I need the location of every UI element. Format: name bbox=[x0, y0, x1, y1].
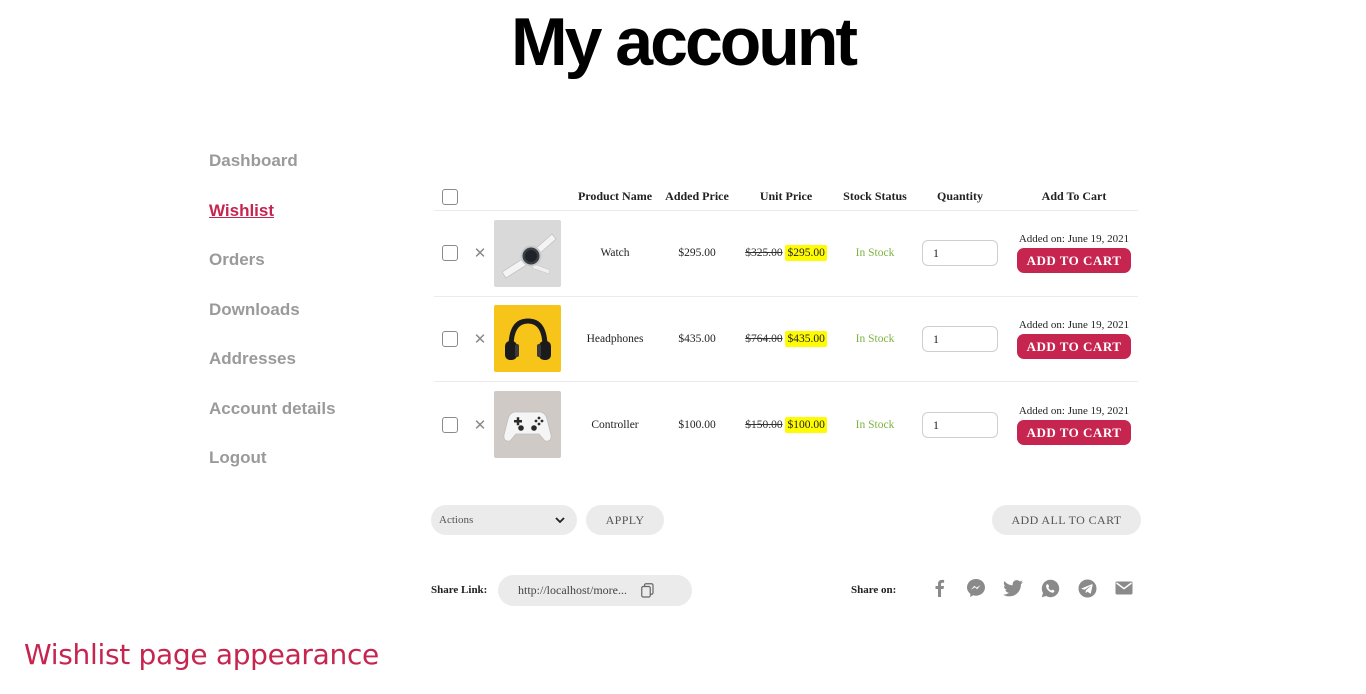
copy-icon[interactable] bbox=[641, 583, 654, 598]
bulk-actions-select[interactable]: Actions bbox=[431, 505, 577, 535]
header-product-name: Product Name bbox=[577, 189, 653, 203]
header-stock-status: Stock Status bbox=[843, 189, 907, 203]
unit-price: $325.00 $295.00 bbox=[732, 245, 840, 262]
old-price: $150.00 bbox=[745, 418, 783, 431]
messenger-icon[interactable] bbox=[966, 578, 986, 598]
added-on-date: Added on: June 19, 2021 bbox=[1018, 404, 1130, 417]
table-row: ✕ Controller $100.00 $150.00 $100.00 In … bbox=[434, 382, 1138, 468]
header-add-to-cart: Add To Cart bbox=[1041, 189, 1107, 203]
add-to-cart-button[interactable]: ADD TO CART bbox=[1017, 333, 1131, 359]
facebook-icon[interactable] bbox=[929, 578, 949, 598]
nav-item-addresses[interactable]: Addresses bbox=[209, 346, 336, 396]
chevron-down-icon bbox=[555, 516, 565, 523]
product-name[interactable]: Controller bbox=[568, 419, 662, 431]
share-link-label: Share Link: bbox=[431, 584, 488, 596]
old-price: $764.00 bbox=[745, 332, 783, 345]
unit-price: $150.00 $100.00 bbox=[732, 416, 840, 433]
nav-item-dashboard[interactable]: Dashboard bbox=[209, 148, 336, 198]
sale-price: $435.00 bbox=[785, 330, 827, 347]
old-price: $325.00 bbox=[745, 247, 783, 260]
table-row: ✕ Watch $295.00 $325.00 $295.00 In Stock… bbox=[434, 211, 1138, 297]
whatsapp-icon[interactable] bbox=[1040, 578, 1060, 598]
added-price: $100.00 bbox=[678, 418, 716, 431]
row-checkbox[interactable] bbox=[442, 245, 458, 262]
share-icons bbox=[929, 578, 1134, 598]
remove-icon[interactable]: ✕ bbox=[474, 330, 487, 348]
sale-price: $100.00 bbox=[785, 416, 827, 433]
account-navigation: Dashboard Wishlist Orders Downloads Addr… bbox=[209, 148, 336, 495]
nav-item-logout[interactable]: Logout bbox=[209, 445, 336, 495]
quantity-input[interactable]: 1 bbox=[922, 240, 998, 267]
header-added-price: Added Price bbox=[665, 189, 729, 203]
caption: Wishlist page appearance bbox=[24, 638, 379, 671]
row-checkbox[interactable] bbox=[442, 416, 458, 433]
quantity-input[interactable]: 1 bbox=[922, 325, 998, 352]
unit-price: $764.00 $435.00 bbox=[732, 330, 840, 347]
add-all-to-cart-button[interactable]: ADD ALL TO CART bbox=[992, 505, 1141, 535]
nav-item-downloads[interactable]: Downloads bbox=[209, 297, 336, 347]
twitter-icon[interactable] bbox=[1003, 578, 1023, 598]
table-row: ✕ Headphones $435.00 $764.00 $435.00 In … bbox=[434, 297, 1138, 382]
added-price: $435.00 bbox=[678, 332, 716, 345]
page-title: My account bbox=[510, 4, 858, 80]
watch-image[interactable] bbox=[494, 219, 561, 287]
remove-icon[interactable]: ✕ bbox=[474, 416, 487, 434]
remove-icon[interactable]: ✕ bbox=[474, 244, 487, 262]
product-name[interactable]: Watch bbox=[568, 247, 662, 259]
nav-item-orders[interactable]: Orders bbox=[209, 247, 336, 297]
stock-status: In Stock bbox=[855, 332, 895, 345]
stock-status: In Stock bbox=[855, 418, 895, 431]
stock-status: In Stock bbox=[855, 247, 895, 260]
controller-image[interactable] bbox=[494, 391, 561, 459]
email-icon[interactable] bbox=[1114, 578, 1134, 598]
apply-button[interactable]: APPLY bbox=[586, 505, 664, 535]
wishlist-table: Product Name Added Price Unit Price Stoc… bbox=[434, 183, 1138, 468]
add-to-cart-button[interactable]: ADD TO CART bbox=[1017, 419, 1131, 445]
quantity-input[interactable]: 1 bbox=[922, 411, 998, 438]
product-name[interactable]: Headphones bbox=[568, 333, 662, 345]
added-on-date: Added on: June 19, 2021 bbox=[1018, 233, 1130, 246]
telegram-icon[interactable] bbox=[1077, 578, 1097, 598]
header-quantity: Quantity bbox=[936, 189, 983, 203]
added-on-date: Added on: June 19, 2021 bbox=[1018, 318, 1130, 331]
select-all-checkbox[interactable] bbox=[442, 188, 458, 205]
share-on-label: Share on: bbox=[851, 584, 897, 596]
row-checkbox[interactable] bbox=[442, 330, 458, 347]
sale-price: $295.00 bbox=[785, 245, 827, 262]
header-unit-price: Unit Price bbox=[759, 189, 813, 203]
table-header: Product Name Added Price Unit Price Stoc… bbox=[434, 183, 1138, 211]
nav-item-wishlist[interactable]: Wishlist bbox=[209, 198, 336, 248]
share-link-field[interactable]: http://localhost/more... bbox=[498, 575, 692, 606]
share-link-value: http://localhost/more... bbox=[518, 583, 627, 597]
bulk-actions-value: Actions bbox=[439, 514, 474, 526]
headphones-image[interactable] bbox=[494, 305, 561, 373]
added-price: $295.00 bbox=[678, 247, 716, 260]
add-to-cart-button[interactable]: ADD TO CART bbox=[1017, 248, 1131, 274]
nav-item-account-details[interactable]: Account details bbox=[209, 396, 336, 446]
